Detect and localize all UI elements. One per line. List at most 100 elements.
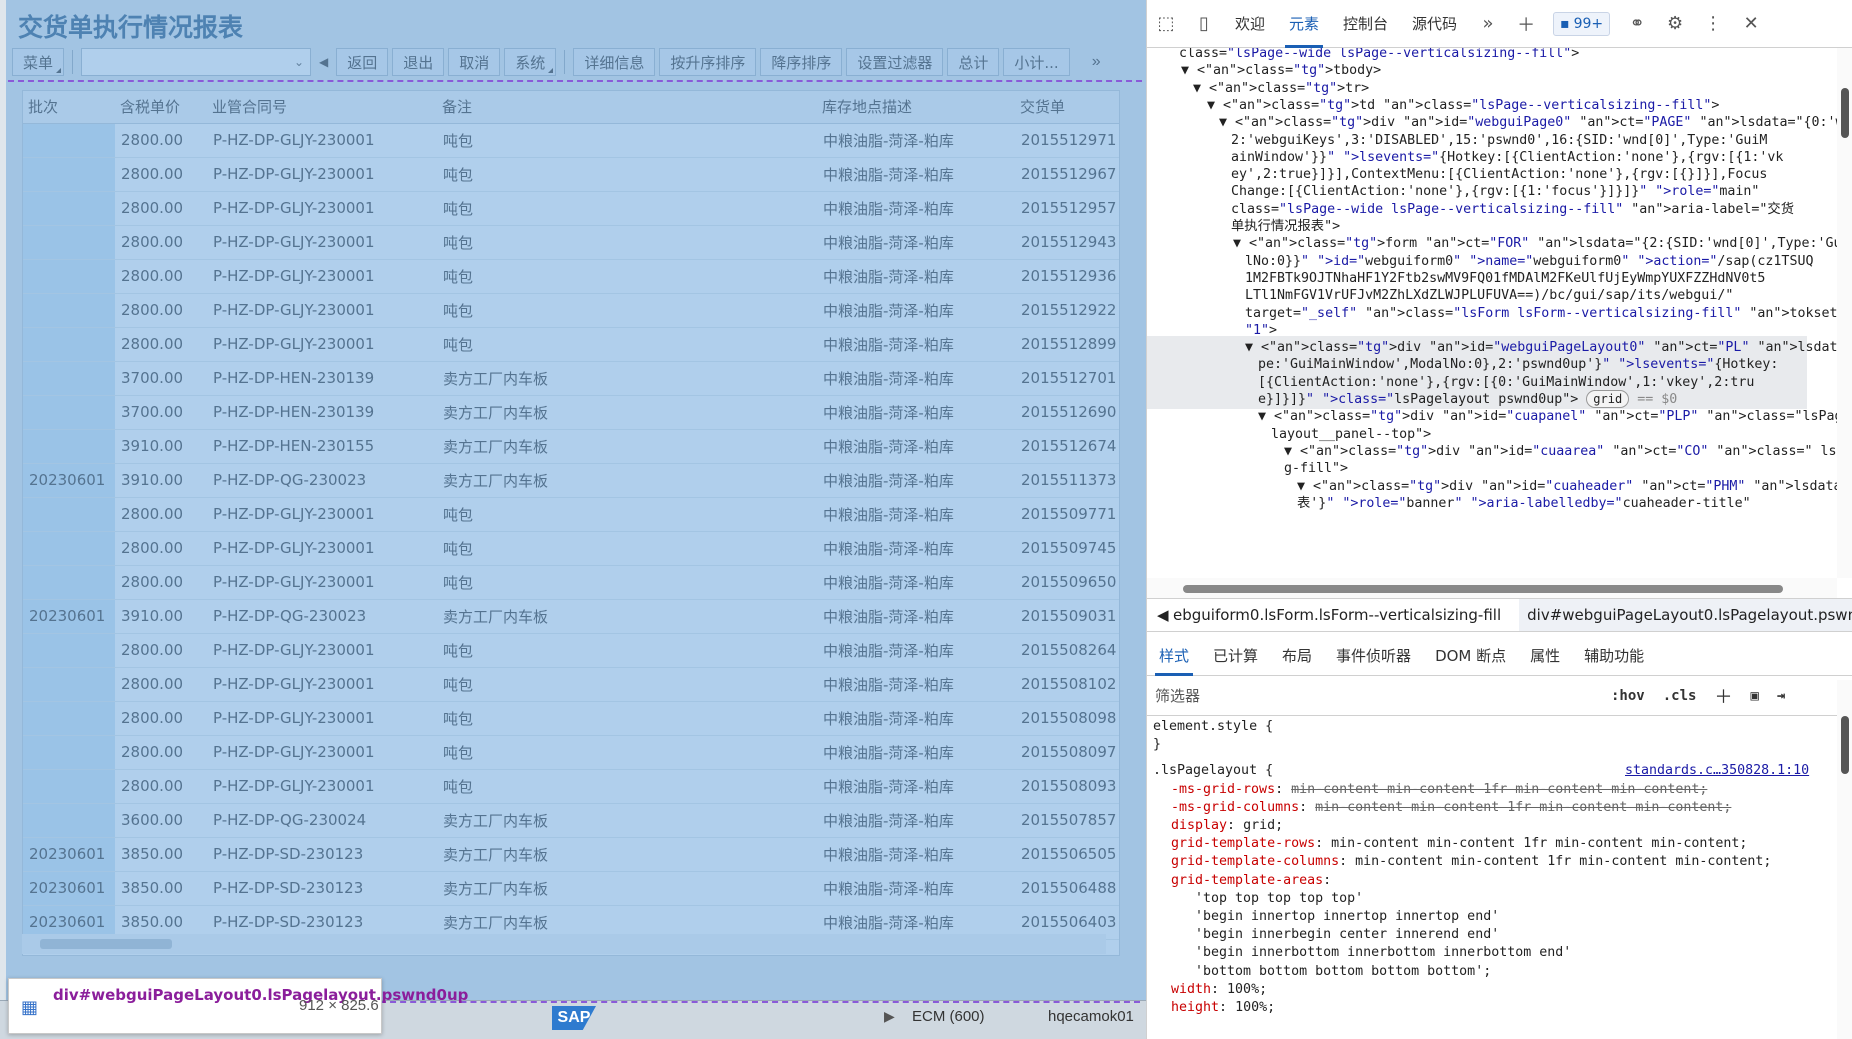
table-row[interactable]: 3700.00 P-HZ-DP-HEN-230139 卖方工厂内车板 中粮油脂-菏泽-… — [23, 361, 1119, 396]
dom-horizontal-scrollbar[interactable] — [1147, 578, 1837, 598]
table-cell[interactable] — [23, 633, 115, 668]
table-cell[interactable] — [23, 361, 115, 396]
table-cell[interactable]: 2015509031 — [1015, 599, 1119, 634]
table-cell[interactable]: 2800.00 — [115, 157, 207, 192]
table-row[interactable]: 20230601 3850.00 P-HZ-DP-SD-230123 卖方工厂内车板中… — [23, 871, 1119, 906]
table-cell[interactable]: 中粮油脂-菏泽-粕库 — [817, 497, 1015, 532]
styles-vertical-scrollbar[interactable] — [1837, 680, 1852, 1039]
table-row[interactable]: 2800.00 P-HZ-DP-GLJY-230001 吨包 中粮油脂-菏泽-粕库 20… — [23, 531, 1119, 566]
table-cell[interactable]: P-HZ-DP-GLJY-230001 — [207, 123, 437, 158]
table-cell[interactable]: 中粮油脂-菏泽-粕库 — [817, 667, 1015, 702]
column-header[interactable]: 备注 — [437, 91, 817, 124]
column-header[interactable]: 含税单价 — [115, 91, 207, 124]
table-row[interactable]: 3910.00 P-HZ-DP-HEN-230155 卖方工厂内车板 中粮油脂-菏泽-… — [23, 429, 1119, 464]
table-cell[interactable]: 2015509771 — [1015, 497, 1119, 532]
scroll-thumb[interactable] — [1841, 88, 1849, 138]
details-button[interactable]: 详细信息 — [573, 48, 656, 76]
table-cell[interactable]: 3910.00 — [115, 429, 207, 464]
table-row[interactable]: 2800.00 P-HZ-DP-GLJY-230001 吨包 中粮油脂-菏泽-粕库 20… — [23, 701, 1119, 736]
table-cell[interactable] — [23, 191, 115, 226]
table-cell[interactable]: 2800.00 — [115, 497, 207, 532]
column-header[interactable]: 批次 — [23, 91, 115, 124]
menu-button[interactable]: 菜单 — [12, 48, 65, 76]
table-cell[interactable]: P-HZ-DP-GLJY-230001 — [207, 565, 437, 600]
column-header[interactable]: 业管合同号 — [207, 91, 437, 124]
table-cell[interactable] — [23, 497, 115, 532]
table-row[interactable]: 20230601 3910.00 P-HZ-DP-QG-230023 卖方工厂内车板中… — [23, 599, 1119, 634]
table-cell[interactable]: P-HZ-DP-SD-230123 — [207, 871, 437, 906]
styles-tab[interactable]: 辅助功能 — [1572, 636, 1656, 676]
table-cell[interactable]: 中粮油脂-菏泽-粕库 — [817, 701, 1015, 736]
table-cell[interactable]: 2015509745 — [1015, 531, 1119, 566]
sort-ascending-button[interactable]: 按升序排序 — [659, 48, 757, 76]
grid-badge[interactable]: grid — [1586, 390, 1630, 408]
table-cell[interactable]: 20230601 — [23, 599, 115, 634]
table-row[interactable]: 20230601 3850.00 P-HZ-DP-SD-230123 卖方工厂内车板中… — [23, 837, 1119, 872]
table-cell[interactable] — [23, 735, 115, 770]
table-cell[interactable]: P-HZ-DP-QG-230023 — [207, 463, 437, 498]
table-cell[interactable]: 中粮油脂-菏泽-粕库 — [817, 191, 1015, 226]
table-cell[interactable]: 中粮油脂-菏泽-粕库 — [817, 837, 1015, 872]
dom-node-line[interactable]: ▼ <"an">class="tg">div "an">id="cuaarea"… — [1284, 442, 1837, 463]
table-cell[interactable]: 20230601 — [23, 837, 115, 872]
table-cell[interactable] — [23, 395, 115, 430]
table-cell[interactable]: 吨包 — [437, 633, 817, 668]
table-row[interactable]: 2800.00 P-HZ-DP-GLJY-230001 吨包 中粮油脂-菏泽-粕库 20… — [23, 157, 1119, 192]
scroll-thumb[interactable] — [1183, 585, 1783, 593]
table-cell[interactable]: 中粮油脂-菏泽-粕库 — [817, 565, 1015, 600]
table-cell[interactable]: 2800.00 — [115, 327, 207, 362]
add-tab-icon[interactable]: ＋ — [1507, 4, 1545, 44]
css-line[interactable]: grid-template-columns: min-content min-c… — [1171, 853, 1771, 871]
table-cell[interactable]: 2800.00 — [115, 735, 207, 770]
table-cell[interactable]: 20230601 — [23, 871, 115, 906]
css-line[interactable]: height: 100%; — [1171, 999, 1275, 1017]
table-cell[interactable]: 3850.00 — [115, 871, 207, 906]
cancel-button[interactable]: 取消 — [448, 48, 501, 76]
table-cell[interactable] — [23, 259, 115, 294]
table-cell[interactable]: 2800.00 — [115, 531, 207, 566]
table-cell[interactable]: 中粮油脂-菏泽-粕库 — [817, 361, 1015, 396]
styles-tab[interactable]: 事件侦听器 — [1324, 636, 1423, 676]
table-cell[interactable]: 中粮油脂-菏泽-粕库 — [817, 599, 1015, 634]
table-cell[interactable]: P-HZ-DP-GLJY-230001 — [207, 667, 437, 702]
table-cell[interactable] — [23, 701, 115, 736]
table-cell[interactable]: 中粮油脂-菏泽-粕库 — [817, 633, 1015, 668]
table-row[interactable]: 2800.00 P-HZ-DP-GLJY-230001 吨包 中粮油脂-菏泽-粕库 20… — [23, 293, 1119, 328]
table-cell[interactable]: 中粮油脂-菏泽-粕库 — [817, 735, 1015, 770]
breadcrumb-item[interactable]: ebguiform0.lsForm.lsForm--verticalsizing… — [1147, 606, 1519, 624]
table-cell[interactable]: 中粮油脂-菏泽-粕库 — [817, 259, 1015, 294]
styles-tab[interactable]: 样式 — [1147, 636, 1201, 676]
table-cell[interactable]: 吨包 — [437, 327, 817, 362]
css-line[interactable]: grid-template-rows: min-content min-cont… — [1171, 835, 1747, 853]
table-cell[interactable]: 中粮油脂-菏泽-粕库 — [817, 463, 1015, 498]
table-cell[interactable]: P-HZ-DP-GLJY-230001 — [207, 769, 437, 804]
table-cell[interactable] — [23, 293, 115, 328]
column-header[interactable]: 库存地点描述 — [817, 91, 1015, 124]
css-line[interactable]: element.style { — [1153, 718, 1273, 736]
table-cell[interactable]: 2800.00 — [115, 701, 207, 736]
table-cell[interactable] — [23, 123, 115, 158]
table-cell[interactable]: 卖方工厂内车板 — [437, 463, 817, 498]
css-line[interactable]: } — [1153, 736, 1161, 754]
sidebar-toggle-icon[interactable]: ⇥ — [1777, 688, 1785, 704]
issues-badge[interactable]: ▪ 99+ — [1553, 11, 1611, 36]
table-cell[interactable]: 中粮油脂-菏泽-粕库 — [817, 395, 1015, 430]
tab-console[interactable]: 控制台 — [1331, 0, 1400, 48]
more-tabs-icon[interactable]: » — [1469, 4, 1507, 44]
table-cell[interactable]: 2800.00 — [115, 225, 207, 260]
table-cell[interactable] — [23, 429, 115, 464]
system-button[interactable]: 系统 — [504, 48, 557, 76]
table-cell[interactable]: 中粮油脂-菏泽-粕库 — [817, 429, 1015, 464]
table-cell[interactable]: 卖方工厂内车板 — [437, 599, 817, 634]
table-cell[interactable]: 中粮油脂-菏泽-粕库 — [817, 157, 1015, 192]
table-cell[interactable]: 卖方工厂内车板 — [437, 871, 817, 906]
table-cell[interactable]: 2015512899 — [1015, 327, 1119, 362]
table-cell[interactable]: 吨包 — [437, 667, 817, 702]
table-row[interactable]: 2800.00 P-HZ-DP-GLJY-230001 吨包 中粮油脂-菏泽-粕库 20… — [23, 123, 1119, 158]
table-row[interactable]: 3600.00 P-HZ-DP-QG-230024 卖方工厂内车板 中粮油脂-菏泽-粕… — [23, 803, 1119, 838]
styles-tab[interactable]: 属性 — [1518, 636, 1572, 676]
collapse-left-icon[interactable]: ◀ — [315, 55, 332, 69]
dom-vertical-scrollbar[interactable] — [1837, 48, 1852, 578]
table-cell[interactable]: 吨包 — [437, 531, 817, 566]
table-cell[interactable]: 中粮油脂-菏泽-粕库 — [817, 769, 1015, 804]
